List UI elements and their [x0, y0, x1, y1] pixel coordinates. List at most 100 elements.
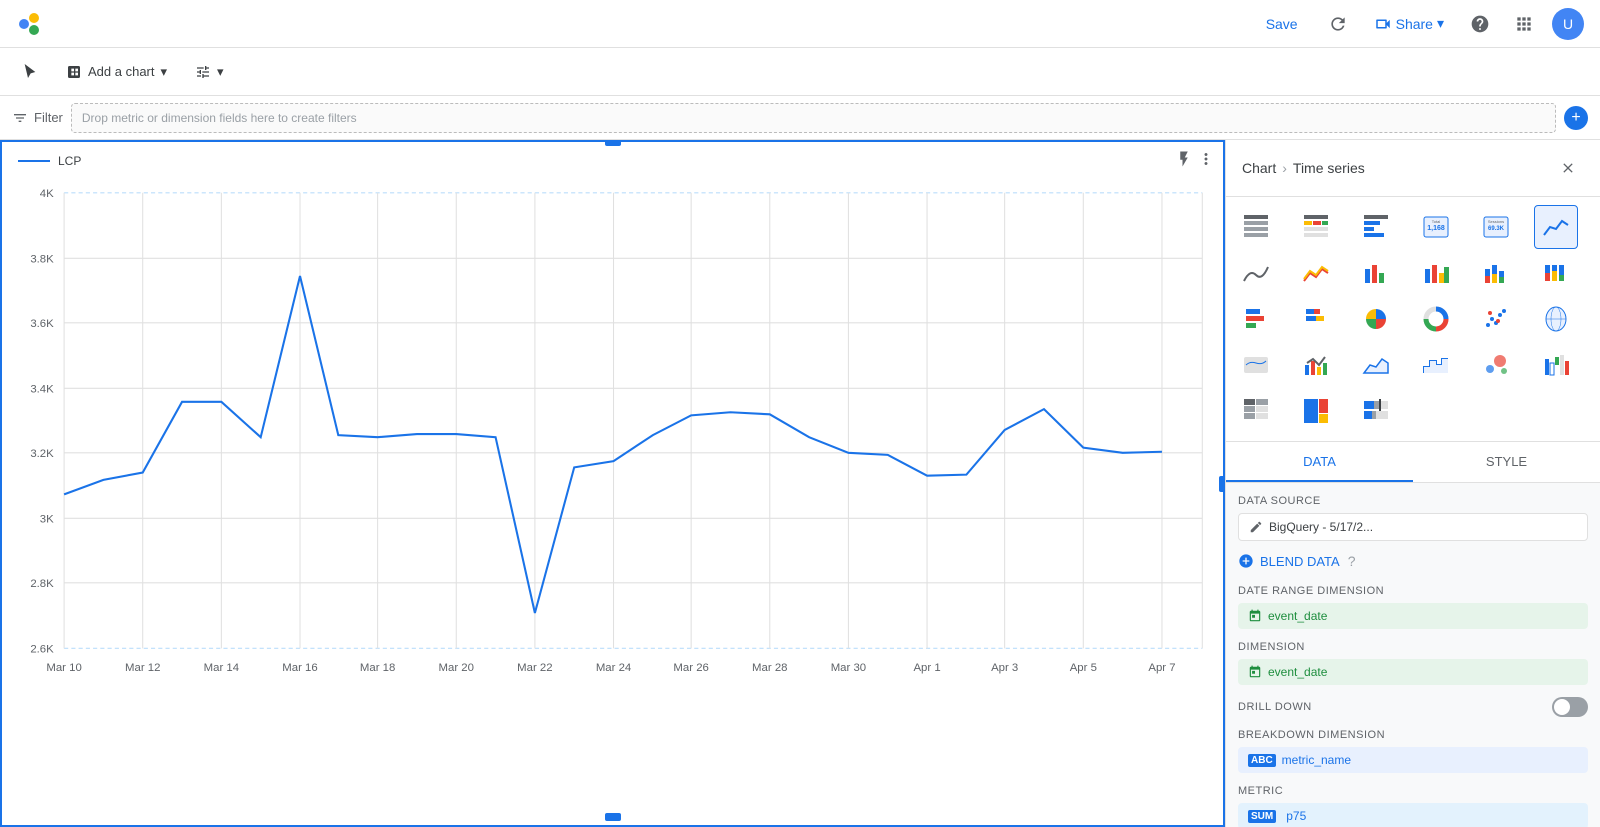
- date-range-label: Date Range Dimension: [1238, 585, 1588, 597]
- chart-menu-button[interactable]: [1197, 150, 1215, 173]
- select-tool-button[interactable]: [12, 58, 48, 86]
- chart-type-table-bar[interactable]: [1354, 205, 1398, 249]
- share-button[interactable]: Share ▾: [1366, 9, 1452, 39]
- filter-add-button[interactable]: +: [1564, 106, 1588, 130]
- chart-type-line[interactable]: [1294, 251, 1338, 295]
- metric-label: Metric: [1238, 785, 1588, 797]
- svg-text:69.3K: 69.3K: [1488, 226, 1505, 232]
- chart-type-area[interactable]: [1354, 343, 1398, 387]
- legend-label: LCP: [58, 154, 81, 168]
- dimension-field-name: event_date: [1268, 665, 1327, 679]
- chart-flash-button[interactable]: [1175, 150, 1193, 173]
- breadcrumb-separator: ›: [1282, 160, 1287, 176]
- chart-type-combo[interactable]: [1294, 343, 1338, 387]
- svg-text:Apr 5: Apr 5: [1070, 662, 1097, 674]
- data-source-label: Data source: [1238, 495, 1588, 507]
- svg-text:4K: 4K: [40, 188, 54, 200]
- breakdown-field-button[interactable]: ABC metric_name: [1238, 747, 1588, 773]
- dimension-label: Dimension: [1238, 641, 1588, 653]
- svg-text:3K: 3K: [40, 513, 54, 525]
- dimension-field-button[interactable]: event_date: [1238, 659, 1588, 685]
- chart-type-bullet[interactable]: [1354, 389, 1398, 433]
- data-source-row: BigQuery - 5/17/2...: [1238, 513, 1588, 541]
- date-range-field-name: event_date: [1268, 609, 1327, 623]
- date-range-section: Date Range Dimension event_date: [1238, 585, 1588, 629]
- svg-text:Mar 10: Mar 10: [46, 662, 81, 674]
- chart-type-smooth[interactable]: [1234, 251, 1278, 295]
- tab-style[interactable]: STYLE: [1413, 442, 1600, 482]
- panel-content: Data source BigQuery - 5/17/2... BLEND D…: [1226, 483, 1600, 827]
- chart-type-time-series[interactable]: [1534, 205, 1578, 249]
- chart-type-pivot[interactable]: [1234, 389, 1278, 433]
- chart-type-scorecard-2[interactable]: 69.3KSessions: [1474, 205, 1518, 249]
- top-nav-actions: Save Share ▾ U: [1254, 8, 1584, 40]
- app-logo: [16, 8, 48, 40]
- filter-drop-area: Drop metric or dimension fields here to …: [71, 103, 1556, 133]
- svg-text:Mar 12: Mar 12: [125, 662, 160, 674]
- svg-text:3.8K: 3.8K: [30, 253, 54, 265]
- svg-text:Mar 30: Mar 30: [831, 662, 866, 674]
- metric-section: Metric SUM p75: [1238, 785, 1588, 827]
- chart-area: LCP .grid-line { stroke: #e0e0e0; stroke…: [0, 140, 1225, 827]
- svg-text:2.6K: 2.6K: [30, 643, 54, 655]
- svg-text:Apr 3: Apr 3: [991, 662, 1018, 674]
- toolbar: Add a chart ▾ ▾: [0, 48, 1600, 96]
- breadcrumb-chart: Chart: [1242, 160, 1276, 176]
- chart-type-geo[interactable]: [1534, 297, 1578, 341]
- breakdown-label: Breakdown Dimension: [1238, 729, 1588, 741]
- svg-text:Apr 7: Apr 7: [1148, 662, 1175, 674]
- breakdown-section: Breakdown Dimension ABC metric_name: [1238, 729, 1588, 773]
- chart-type-scorecard-1[interactable]: 1,168Total: [1414, 205, 1458, 249]
- svg-text:3.6K: 3.6K: [30, 318, 54, 330]
- chart-type-donut[interactable]: [1414, 297, 1458, 341]
- user-avatar[interactable]: U: [1552, 8, 1584, 40]
- breadcrumb-current: Time series: [1293, 160, 1365, 176]
- metric-field-button[interactable]: SUM p75: [1238, 803, 1588, 827]
- metric-prefix: SUM: [1248, 810, 1276, 823]
- data-source-section: Data source BigQuery - 5/17/2... BLEND D…: [1238, 495, 1588, 573]
- save-button[interactable]: Save: [1254, 10, 1310, 38]
- refresh-button[interactable]: [1322, 8, 1354, 40]
- chart-type-hstacked[interactable]: [1294, 297, 1338, 341]
- svg-text:2.8K: 2.8K: [30, 578, 54, 590]
- chart-type-pie[interactable]: [1354, 297, 1398, 341]
- chart-svg-container: .grid-line { stroke: #e0e0e0; stroke-wid…: [2, 172, 1223, 692]
- date-range-field-button[interactable]: event_date: [1238, 603, 1588, 629]
- chart-type-100bar[interactable]: [1534, 251, 1578, 295]
- chart-type-bar[interactable]: [1354, 251, 1398, 295]
- blend-data-button[interactable]: BLEND DATA: [1238, 549, 1340, 573]
- chart-type-table[interactable]: [1234, 205, 1278, 249]
- right-panel: Chart › Time series 1,168Total: [1225, 140, 1600, 827]
- apps-button[interactable]: [1508, 8, 1540, 40]
- svg-text:3.2K: 3.2K: [30, 448, 54, 460]
- legend-line: [18, 160, 50, 162]
- chart-type-stepped[interactable]: [1414, 343, 1458, 387]
- svg-text:Total: Total: [1432, 219, 1441, 224]
- resize-handle-bottom[interactable]: [605, 813, 621, 821]
- chart-type-scatter[interactable]: [1474, 297, 1518, 341]
- panel-close-button[interactable]: [1552, 152, 1584, 184]
- chart-type-treemap[interactable]: [1294, 389, 1338, 433]
- help-button[interactable]: [1464, 8, 1496, 40]
- metric-field-name: p75: [1286, 809, 1306, 823]
- panel-tabs: DATA STYLE: [1226, 442, 1600, 483]
- chart-type-worldmap[interactable]: [1234, 343, 1278, 387]
- chart-type-waterfall[interactable]: [1534, 343, 1578, 387]
- svg-text:Apr 1: Apr 1: [913, 662, 940, 674]
- blend-help-icon[interactable]: ?: [1348, 553, 1356, 569]
- resize-handle-top[interactable]: [605, 140, 621, 146]
- svg-text:Mar 18: Mar 18: [360, 662, 395, 674]
- add-chart-button[interactable]: Add a chart ▾: [56, 58, 177, 86]
- chart-type-bubble[interactable]: [1474, 343, 1518, 387]
- chart-type-column[interactable]: [1414, 251, 1458, 295]
- chart-type-table-heat[interactable]: [1294, 205, 1338, 249]
- data-source-button[interactable]: BigQuery - 5/17/2...: [1238, 513, 1588, 541]
- chart-svg: .grid-line { stroke: #e0e0e0; stroke-wid…: [2, 172, 1223, 692]
- tab-data[interactable]: DATA: [1226, 442, 1413, 482]
- add-control-button[interactable]: ▾: [185, 58, 234, 86]
- filter-bar: Filter Drop metric or dimension fields h…: [0, 96, 1600, 140]
- chart-type-stacked-bar[interactable]: [1474, 251, 1518, 295]
- chart-type-hbar[interactable]: [1234, 297, 1278, 341]
- drill-down-toggle[interactable]: [1552, 697, 1588, 717]
- svg-text:1,168: 1,168: [1427, 225, 1445, 232]
